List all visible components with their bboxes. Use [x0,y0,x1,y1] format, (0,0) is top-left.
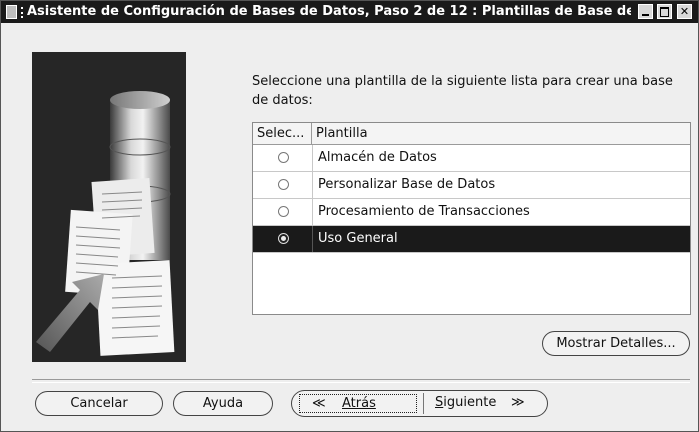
template-column-header[interactable]: Plantilla [312,123,690,144]
template-name: Almacén de Datos [312,145,690,171]
back-button[interactable]: ≪ Atrás [299,394,417,413]
database-config-assistant-window: Asistente de Configuración de Bases de D… [0,0,699,432]
chevron-right-icon: ≫ [511,395,525,410]
template-radio[interactable] [278,179,289,190]
table-row-selected[interactable]: Uso General [253,226,690,253]
app-icon [6,5,23,19]
table-row[interactable]: Almacén de Datos [253,145,690,172]
title-bar[interactable]: Asistente de Configuración de Bases de D… [1,1,698,23]
back-button-label: Atrás [342,396,376,411]
select-column-header[interactable]: Selec... [253,123,312,144]
next-button[interactable]: Siguiente ≫ [431,394,541,413]
chevron-left-icon: ≪ [312,396,326,411]
close-icon[interactable]: ✕ [677,4,692,19]
template-name: Uso General [312,226,690,252]
cancel-button[interactable]: Cancelar [35,391,163,416]
template-radio-selected[interactable] [278,233,289,244]
template-name: Personalizar Base de Datos [312,172,690,198]
next-button-label: Siguiente [435,395,497,410]
template-radio[interactable] [278,206,289,217]
database-illustration [32,52,186,362]
footer-separator [32,379,690,383]
window-title: Asistente de Configuración de Bases de D… [27,4,631,19]
template-name: Procesamiento de Transacciones [312,199,690,225]
table-header: Selec... Plantilla [253,123,690,145]
minimize-icon[interactable] [638,4,653,19]
template-radio[interactable] [278,152,289,163]
nav-divider [423,393,424,414]
template-table[interactable]: Selec... Plantilla Almacén de Datos Pers… [252,122,691,315]
database-illustration-art [32,52,186,362]
navigation-button-group: ≪ Atrás Siguiente ≫ [291,390,548,417]
help-button[interactable]: Ayuda [173,391,273,416]
template-prompt: Seleccione una plantilla de la siguiente… [252,74,673,108]
table-row[interactable]: Procesamiento de Transacciones [253,199,690,226]
show-details-button[interactable]: Mostrar Detalles... [542,331,690,356]
maximize-icon[interactable] [657,4,672,19]
table-row[interactable]: Personalizar Base de Datos [253,172,690,199]
